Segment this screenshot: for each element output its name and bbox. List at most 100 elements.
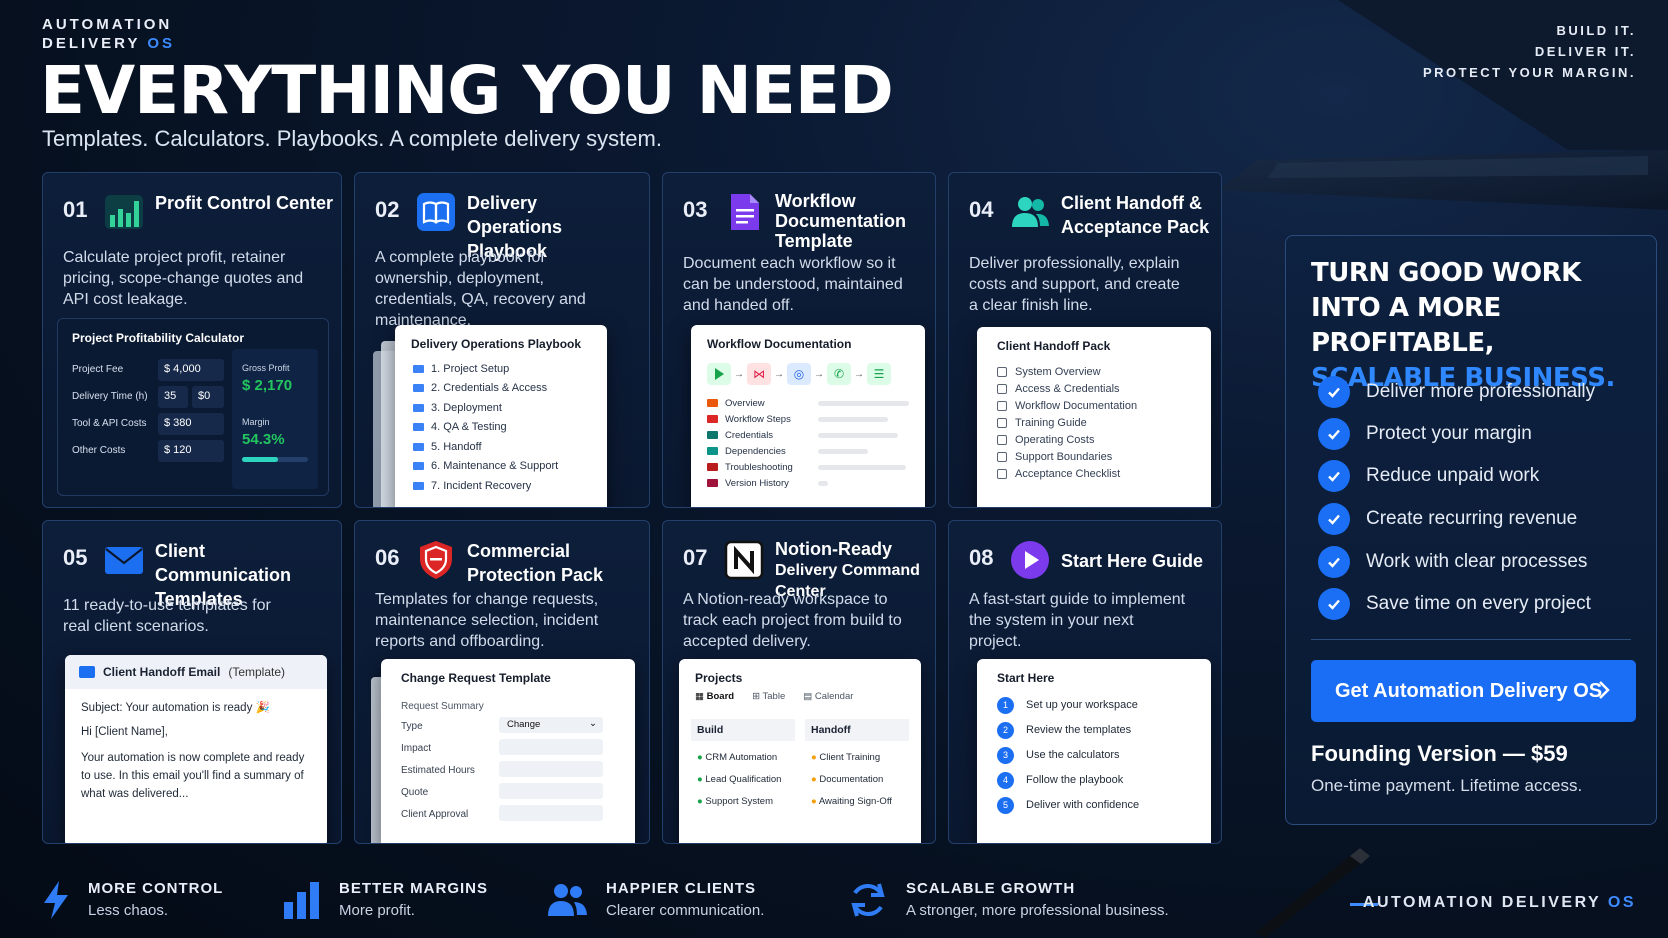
play-node-icon — [707, 363, 731, 385]
checkbox[interactable] — [997, 383, 1007, 394]
list-item[interactable]: Overview — [707, 395, 909, 411]
checkbox[interactable] — [997, 451, 1007, 462]
list-item[interactable]: 4. QA & Testing — [413, 418, 589, 438]
workflow-diagram: → ⋈ → ◎ → ✆ → ☰ — [691, 357, 925, 391]
checklist-item[interactable]: System Overview — [997, 363, 1191, 380]
checklist-item[interactable]: Training Guide — [997, 414, 1191, 431]
tool-costs-field[interactable]: $ 380 — [158, 413, 224, 435]
workflow-preview: Workflow Documentation → ⋈ → ◎ → ✆ → ☰ O… — [691, 325, 925, 507]
folder-icon — [707, 399, 718, 407]
field-label: Impact — [401, 743, 432, 754]
card-client-handoff[interactable]: 04 Client Handoff & Acceptance Pack Deli… — [948, 172, 1222, 508]
card-number: 06 — [375, 545, 400, 570]
tagline: BUILD IT. DELIVER IT. PROTECT YOUR MARGI… — [1423, 23, 1636, 80]
email-greeting: Hi [Client Name], — [81, 726, 168, 738]
preview-title: Projects — [695, 671, 743, 685]
tab-table[interactable]: ⊞ Table — [752, 691, 785, 702]
divider — [1311, 639, 1631, 640]
list-item[interactable]: Credentials — [707, 427, 909, 443]
folder-icon — [413, 442, 424, 451]
checkbox[interactable] — [997, 417, 1007, 428]
folder-icon — [413, 481, 424, 490]
project-fee-field[interactable]: $ 4,000 — [158, 359, 224, 381]
mail-small-icon — [79, 666, 95, 678]
handoff-preview: Client Handoff Pack System Overview Acce… — [977, 327, 1211, 507]
view-tabs: ▦ Board ⊞ Table ▤ Calendar — [679, 691, 921, 702]
board-card[interactable]: ● CRM Automation — [697, 747, 789, 769]
quote-field[interactable] — [499, 783, 603, 799]
step-item[interactable]: 1 Set up your workspace — [997, 693, 1191, 718]
share-node-icon: ⋈ — [747, 363, 771, 385]
hours-field[interactable] — [499, 761, 603, 777]
type-select[interactable]: Change ⌄ — [499, 717, 603, 733]
field-label: Type — [401, 721, 423, 732]
field-label: Quote — [401, 787, 429, 798]
list-item[interactable]: 1. Project Setup — [413, 359, 589, 379]
mail-icon — [105, 547, 143, 574]
card-number: 05 — [63, 545, 88, 570]
brand-logo: AUTOMATION DELIVERY OS — [42, 16, 176, 52]
card-profit-control[interactable]: 01 Profit Control Center Calculate proje… — [42, 172, 342, 508]
card-operations-playbook[interactable]: 02 Delivery Operations Playbook A comple… — [354, 172, 650, 508]
folder-icon — [707, 479, 718, 487]
list-item[interactable]: 2. Credentials & Access — [413, 379, 589, 399]
field-label: Client Approval — [401, 809, 469, 820]
margin-value: 54.3% — [242, 431, 285, 448]
people-icon — [548, 884, 587, 916]
checkmark-icon — [1318, 418, 1350, 450]
list-item[interactable]: Workflow Steps — [707, 411, 909, 427]
offer-heading: TURN GOOD WORK INTO A MORE PROFITABLE, S… — [1311, 258, 1615, 393]
product-grid: 01 Profit Control Center Calculate proje… — [42, 172, 1260, 844]
card-notion-command-center[interactable]: 07 Notion-Ready Delivery Command Center … — [662, 520, 936, 844]
checklist-item[interactable]: Access & Credentials — [997, 380, 1191, 397]
card-start-here[interactable]: 08 Start Here Guide A fast-start guide t… — [948, 520, 1222, 844]
step-item[interactable]: 2 Review the templates — [997, 718, 1191, 743]
impact-field[interactable] — [499, 739, 603, 755]
card-description: Calculate project profit, retainer prici… — [63, 249, 304, 308]
step-item[interactable]: 5 Deliver with confidence — [997, 793, 1191, 818]
delivery-time-field[interactable]: 35 — [158, 386, 188, 408]
tab-calendar[interactable]: ▤ Calendar — [803, 691, 853, 702]
list-item[interactable]: Dependencies — [707, 443, 909, 459]
folder-icon — [413, 423, 424, 432]
board-card[interactable]: ● Awaiting Sign-Off — [811, 791, 903, 813]
step-item[interactable]: 4 Follow the playbook — [997, 768, 1191, 793]
board-card[interactable]: ● Lead Qualification — [697, 769, 789, 791]
list-item[interactable]: Version History — [707, 475, 909, 491]
email-body: Your automation is now complete and read… — [81, 752, 305, 800]
checkmark-icon — [1318, 460, 1350, 492]
checkbox[interactable] — [997, 468, 1007, 479]
checklist-item[interactable]: Acceptance Checklist — [997, 465, 1191, 482]
board-card[interactable]: ● Support System — [697, 791, 789, 813]
card-workflow-documentation[interactable]: 03 Workflow Documentation Template Docum… — [662, 172, 936, 508]
card-number: 03 — [683, 197, 708, 222]
step-item[interactable]: 3 Use the calculators — [997, 743, 1191, 768]
board-card[interactable]: ● Documentation — [811, 769, 903, 791]
change-request-preview: Change Request Template Request Summary … — [381, 659, 635, 843]
tab-board[interactable]: ▦ Board — [695, 691, 734, 702]
list-item[interactable]: 5. Handoff — [413, 437, 589, 457]
bar-chart-icon — [105, 195, 143, 229]
other-costs-field[interactable]: $ 120 — [158, 440, 224, 462]
benefit-item: Create recurring revenue — [1318, 503, 1577, 535]
folder-icon — [707, 431, 718, 439]
bars-icon — [284, 882, 319, 919]
card-client-communication[interactable]: 05 Client Communication Templates 11 rea… — [42, 520, 342, 844]
checkbox[interactable] — [997, 366, 1007, 377]
card-commercial-protection[interactable]: 06 Commercial Protection Pack Templates … — [354, 520, 650, 844]
board-card[interactable]: ● Client Training — [811, 747, 903, 769]
api-node-icon: ◎ — [787, 363, 811, 385]
list-item[interactable]: 6. Maintenance & Support — [413, 457, 589, 477]
row-label: Project Fee — [72, 364, 124, 375]
rate-field[interactable]: $0 — [192, 386, 224, 408]
checklist-item[interactable]: Support Boundaries — [997, 448, 1191, 465]
checkbox[interactable] — [997, 400, 1007, 411]
checklist-item[interactable]: Workflow Documentation — [997, 397, 1191, 414]
list-item[interactable]: 3. Deployment — [413, 398, 589, 418]
checklist-item[interactable]: Operating Costs — [997, 431, 1191, 448]
list-item[interactable]: Troubleshooting — [707, 459, 909, 475]
list-item[interactable]: 7. Incident Recovery — [413, 476, 589, 496]
get-product-button[interactable]: Get Automation Delivery OS — [1311, 660, 1636, 722]
checkbox[interactable] — [997, 434, 1007, 445]
approval-field[interactable] — [499, 805, 603, 821]
